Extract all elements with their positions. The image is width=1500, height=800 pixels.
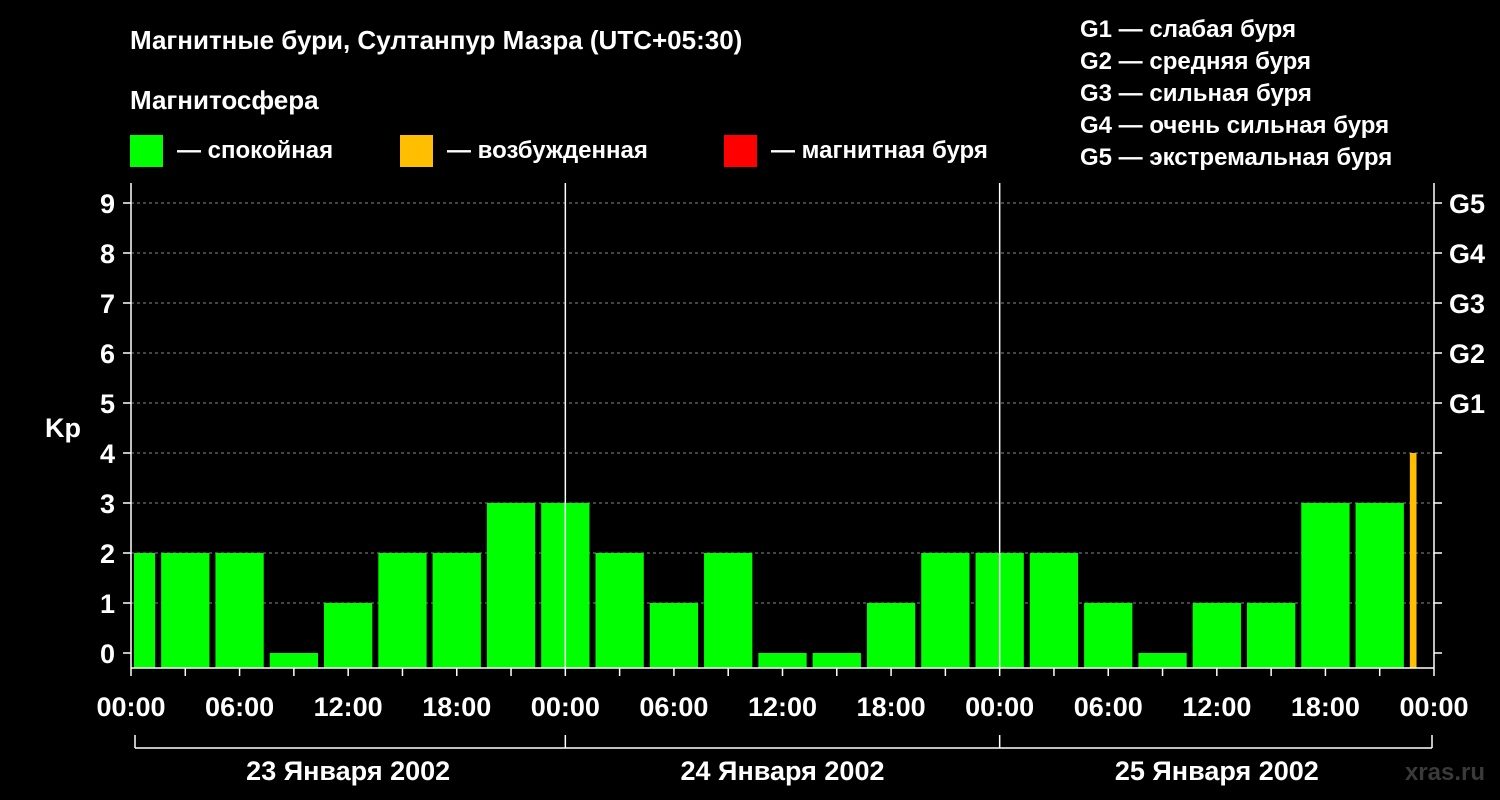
kp-bar bbox=[758, 653, 807, 668]
x-tick-label: 18:00 bbox=[1291, 692, 1360, 722]
kp-bar bbox=[1355, 503, 1404, 668]
g-tick-labels: G1 G2 G3 G4 G5 bbox=[1449, 189, 1485, 419]
x-tick-label: 12:00 bbox=[314, 692, 383, 722]
bars bbox=[134, 453, 1417, 668]
x-tick-labels: 00:00 06:00 12:00 18:00 00:00 06:00 12:00 18:00… bbox=[96, 692, 1468, 722]
legend-swatch-quiet bbox=[130, 135, 163, 167]
g-scale-legend: G1 — слабая буря G2 — средняя буря G3 — … bbox=[1080, 16, 1392, 171]
y-tick-labels: 0 1 2 3 4 5 6 7 8 9 bbox=[100, 189, 115, 669]
x-tick-label: 00:00 bbox=[96, 692, 165, 722]
kp-bar bbox=[1301, 503, 1350, 668]
g-tick-label: G5 bbox=[1449, 189, 1485, 219]
y-tick-label: 5 bbox=[100, 389, 115, 419]
kp-bar bbox=[378, 553, 427, 668]
y-tick-label: 7 bbox=[100, 289, 115, 319]
kp-bar bbox=[866, 603, 916, 668]
x-tick-label: 12:00 bbox=[1182, 692, 1251, 722]
kp-bar bbox=[134, 553, 156, 668]
legend-swatch-storm bbox=[724, 135, 757, 167]
g-tick-label: G2 bbox=[1449, 339, 1485, 369]
kp-bar bbox=[921, 553, 970, 668]
kp-bar bbox=[595, 553, 644, 668]
y-tick-label: 8 bbox=[100, 239, 115, 269]
y-tick-label: 0 bbox=[100, 639, 115, 669]
gridlines bbox=[131, 202, 1434, 604]
legend-label-active: — возбужденная bbox=[447, 137, 648, 164]
y-tick-label: 2 bbox=[100, 539, 115, 569]
chart-title: Магнитные бури, Султанпур Мазра (UTC+05:… bbox=[130, 25, 742, 55]
kp-chart: Магнитные бури, Султанпур Мазра (UTC+05:… bbox=[45, 16, 1485, 786]
kp-bar bbox=[269, 653, 319, 668]
kp-bar bbox=[1246, 603, 1296, 668]
kp-bar bbox=[324, 603, 373, 668]
kp-bar bbox=[1084, 603, 1133, 668]
day-label: 25 Января 2002 bbox=[1115, 756, 1319, 786]
g1-legend-label: G1 — слабая буря bbox=[1080, 16, 1296, 43]
kp-bar bbox=[486, 503, 536, 668]
day-label: 24 Января 2002 bbox=[681, 756, 885, 786]
kp-bar bbox=[432, 553, 481, 668]
g3-legend-label: G3 — сильная буря bbox=[1080, 80, 1312, 107]
legend-swatch-active bbox=[400, 135, 433, 167]
x-tick-label: 00:00 bbox=[531, 692, 600, 722]
color-legend: — спокойная — возбужденная — магнитная б… bbox=[130, 135, 988, 167]
kp-bar bbox=[161, 553, 210, 668]
kp-bar bbox=[1138, 653, 1187, 668]
kp-bar bbox=[704, 553, 753, 668]
g4-legend-label: G4 — очень сильная буря bbox=[1080, 112, 1389, 139]
kp-bar bbox=[215, 553, 264, 668]
y-axis-label: Kp bbox=[45, 413, 81, 443]
kp-bar bbox=[1192, 603, 1241, 668]
legend-label-storm: — магнитная буря bbox=[771, 137, 988, 164]
legend-label-quiet: — спокойная bbox=[177, 137, 333, 164]
watermark: xras.ru bbox=[1405, 759, 1485, 786]
x-tick-label: 18:00 bbox=[422, 692, 491, 722]
kp-bar bbox=[812, 653, 861, 668]
kp-bar bbox=[649, 603, 699, 668]
x-tick-label: 00:00 bbox=[965, 692, 1034, 722]
x-tick-label: 06:00 bbox=[1074, 692, 1143, 722]
x-tick-label: 06:00 bbox=[639, 692, 708, 722]
kp-bar bbox=[1409, 453, 1417, 668]
kp-bar bbox=[1029, 553, 1079, 668]
g5-legend-label: G5 — экстремальная буря bbox=[1080, 144, 1392, 171]
x-tick-label: 06:00 bbox=[205, 692, 274, 722]
y-tick-label: 3 bbox=[100, 489, 115, 519]
x-tick-label: 00:00 bbox=[1399, 692, 1468, 722]
x-tick-label: 12:00 bbox=[748, 692, 817, 722]
legend-title: Магнитосфера bbox=[130, 85, 319, 115]
day-labels: 23 Января 2002 24 Января 2002 25 Января 20… bbox=[246, 756, 1319, 786]
g-tick-label: G1 bbox=[1449, 389, 1485, 419]
y-tick-label: 1 bbox=[100, 589, 115, 619]
y-tick-label: 4 bbox=[100, 439, 115, 469]
g-tick-label: G4 bbox=[1449, 239, 1485, 269]
g2-legend-label: G2 — средняя буря bbox=[1080, 48, 1311, 75]
x-tick-label: 18:00 bbox=[857, 692, 926, 722]
y-tick-label: 6 bbox=[100, 339, 115, 369]
day-label: 23 Января 2002 bbox=[246, 756, 450, 786]
y-tick-label: 9 bbox=[100, 189, 115, 219]
g-tick-label: G3 bbox=[1449, 289, 1485, 319]
